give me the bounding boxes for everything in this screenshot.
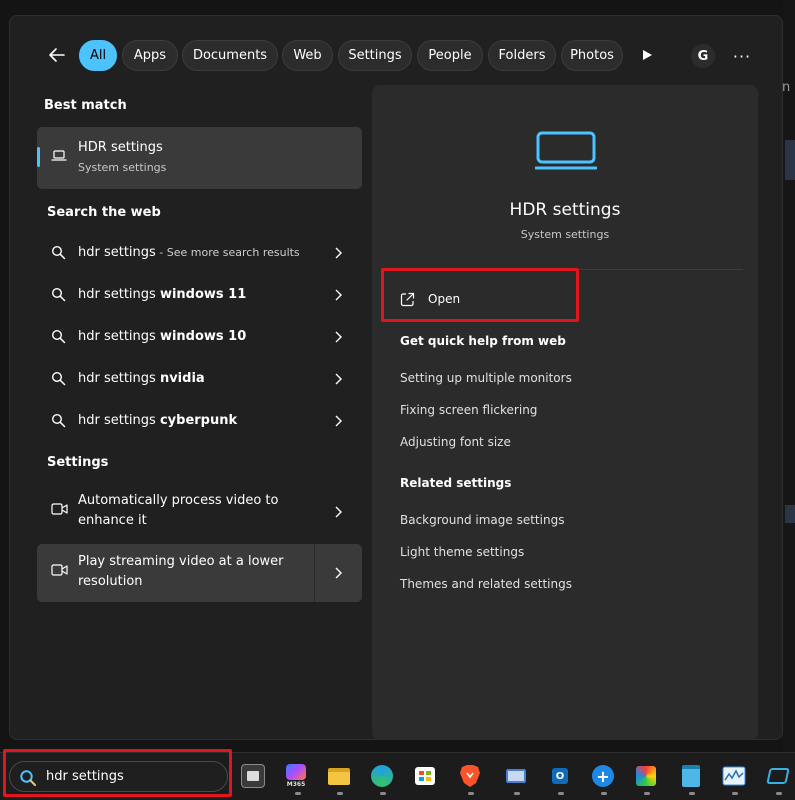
search-icon xyxy=(51,371,66,386)
background-window-thumbnail xyxy=(785,140,795,180)
web-result-text: hdr settings - See more search results xyxy=(78,245,300,260)
running-indicator xyxy=(644,792,650,795)
brave-browser-icon[interactable] xyxy=(458,764,482,788)
health-app-icon[interactable]: + xyxy=(591,764,615,788)
performance-monitor-icon[interactable] xyxy=(722,764,746,788)
account-avatar[interactable]: G xyxy=(691,44,715,68)
running-indicator xyxy=(776,792,782,795)
chevron-right-icon xyxy=(333,505,343,519)
search-icon xyxy=(51,413,66,428)
running-indicator xyxy=(337,792,343,795)
quick-help-link[interactable]: Fixing screen flickering xyxy=(400,403,537,417)
related-settings-link[interactable]: Themes and related settings xyxy=(400,577,572,591)
chevron-right-icon xyxy=(333,330,343,344)
web-result-text: hdr settings nvidia xyxy=(78,371,205,386)
chevron-right-icon xyxy=(333,414,343,428)
remote-desktop-icon[interactable] xyxy=(504,764,528,788)
outlook-icon[interactable]: O xyxy=(548,764,572,788)
filter-tab-photos[interactable]: Photos xyxy=(561,40,623,71)
divider xyxy=(314,544,315,602)
web-search-result[interactable]: hdr settings - See more search results xyxy=(37,233,362,273)
quick-help-link[interactable]: Adjusting font size xyxy=(400,435,511,449)
chevron-right-icon xyxy=(333,246,343,260)
filter-tab-all[interactable]: All xyxy=(79,40,117,71)
web-search-result[interactable]: hdr settings cyberpunk xyxy=(37,401,362,441)
back-arrow-icon xyxy=(49,48,65,62)
search-icon xyxy=(51,245,66,260)
back-button[interactable] xyxy=(44,42,70,68)
settings-heading: Settings xyxy=(47,455,109,470)
best-match-heading: Best match xyxy=(44,98,127,113)
settings-result-label: Play streaming video at a lower resoluti… xyxy=(78,554,284,589)
running-indicator xyxy=(380,792,386,795)
selection-indicator xyxy=(37,147,40,167)
best-match-subtitle: System settings xyxy=(78,161,167,174)
settings-result[interactable]: Automatically process video to enhance i… xyxy=(37,483,362,541)
search-icon xyxy=(51,329,66,344)
annotation-highlight-box xyxy=(381,268,579,322)
paint-app-icon[interactable] xyxy=(634,764,658,788)
filter-tab-web[interactable]: Web xyxy=(282,40,333,71)
best-match-result[interactable]: HDR settings System settings xyxy=(37,127,362,189)
related-settings-link[interactable]: Background image settings xyxy=(400,513,564,527)
settings-result-label: Automatically process video to enhance i… xyxy=(78,493,279,528)
related-settings-link[interactable]: Light theme settings xyxy=(400,545,524,559)
running-indicator xyxy=(514,792,520,795)
quick-help-link[interactable]: Setting up multiple monitors xyxy=(400,371,572,385)
running-indicator xyxy=(558,792,564,795)
video-camera-icon xyxy=(51,503,68,515)
running-indicator xyxy=(689,792,695,795)
video-camera-icon xyxy=(51,564,68,576)
best-match-title: HDR settings xyxy=(78,140,163,155)
web-search-result[interactable]: hdr settings windows 10 xyxy=(37,317,362,357)
settings-result[interactable]: Play streaming video at a lower resoluti… xyxy=(37,544,362,602)
annotation-highlight-box xyxy=(3,749,232,797)
running-indicator xyxy=(601,792,607,795)
play-icon xyxy=(643,50,652,60)
app-icon[interactable] xyxy=(766,764,790,788)
filter-tab-apps[interactable]: Apps xyxy=(122,40,178,71)
web-search-result[interactable]: hdr settings nvidia xyxy=(37,359,362,399)
task-view-icon[interactable] xyxy=(241,764,265,788)
file-explorer-icon[interactable] xyxy=(327,764,351,788)
web-result-text: hdr settings cyberpunk xyxy=(78,413,238,428)
related-settings-heading: Related settings xyxy=(400,476,512,490)
chevron-right-icon xyxy=(333,372,343,386)
search-icon xyxy=(51,287,66,302)
edge-browser-icon[interactable] xyxy=(370,764,394,788)
web-result-text: hdr settings windows 11 xyxy=(78,287,247,302)
filter-tab-settings[interactable]: Settings xyxy=(338,40,412,71)
laptop-icon xyxy=(535,131,597,170)
chevron-right-icon xyxy=(333,288,343,302)
preview-subtitle: System settings xyxy=(520,228,610,241)
more-options-button[interactable]: ··· xyxy=(730,44,754,68)
search-the-web-heading: Search the web xyxy=(47,205,161,220)
running-indicator xyxy=(732,792,738,795)
background-text-fragment: n xyxy=(782,80,791,95)
m365-copilot-icon[interactable]: M365 xyxy=(284,764,308,788)
filter-tab-folders[interactable]: Folders xyxy=(488,40,556,71)
preview-title: HDR settings xyxy=(509,200,621,220)
microsoft-store-icon[interactable] xyxy=(413,764,437,788)
running-indicator xyxy=(468,792,474,795)
desktop-background xyxy=(783,0,795,752)
filter-tab-documents[interactable]: Documents xyxy=(182,40,278,71)
background-window-thumbnail xyxy=(785,505,795,523)
quick-help-heading: Get quick help from web xyxy=(400,334,566,348)
filter-tab-people[interactable]: People xyxy=(417,40,483,71)
more-filters-button[interactable] xyxy=(638,46,656,64)
web-result-text: hdr settings windows 10 xyxy=(78,329,247,344)
web-search-result[interactable]: hdr settings windows 11 xyxy=(37,275,362,315)
running-indicator xyxy=(295,792,301,795)
notepad-icon[interactable] xyxy=(679,764,703,788)
chevron-right-icon[interactable] xyxy=(333,566,343,580)
laptop-icon xyxy=(51,150,67,161)
